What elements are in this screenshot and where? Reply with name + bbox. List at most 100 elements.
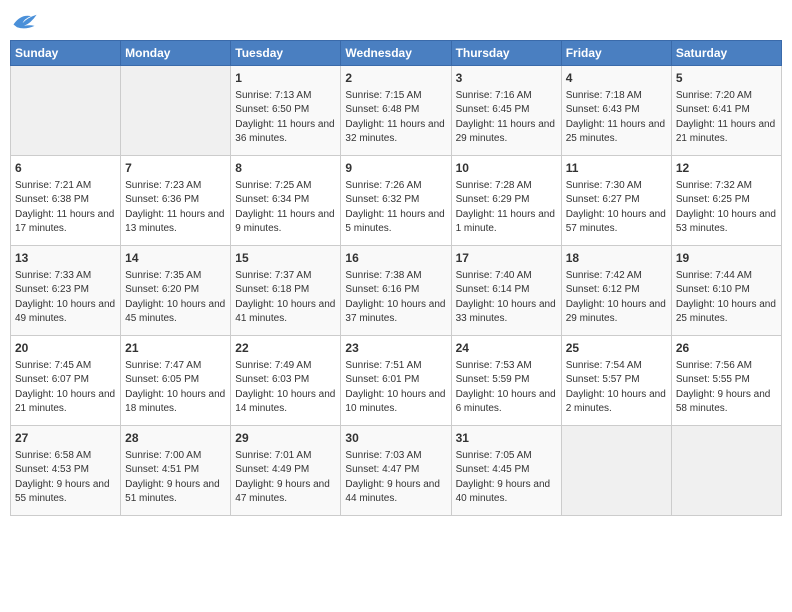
day-number: 9 bbox=[345, 160, 446, 177]
day-number: 1 bbox=[235, 70, 336, 87]
day-info: Sunrise: 7:47 AM Sunset: 6:05 PM Dayligh… bbox=[125, 359, 226, 417]
day-number: 22 bbox=[235, 340, 336, 357]
day-info: Sunrise: 7:28 AM Sunset: 6:29 PM Dayligh… bbox=[456, 179, 557, 237]
calendar-cell bbox=[121, 66, 231, 156]
logo-icon bbox=[10, 10, 38, 32]
day-number: 23 bbox=[345, 340, 446, 357]
weekday-header-tuesday: Tuesday bbox=[231, 41, 341, 66]
calendar-cell: 27 Sunrise: 6:58 AM Sunset: 4:53 PM Dayli… bbox=[11, 426, 121, 516]
page-header bbox=[10, 10, 782, 32]
day-info: Sunrise: 7:42 AM Sunset: 6:12 PM Dayligh… bbox=[566, 269, 667, 327]
calendar-cell: 22 Sunrise: 7:49 AM Sunset: 6:03 PM Dayli… bbox=[231, 336, 341, 426]
calendar-cell: 10 Sunrise: 7:28 AM Sunset: 6:29 PM Dayli… bbox=[451, 156, 561, 246]
day-info: Sunrise: 7:40 AM Sunset: 6:14 PM Dayligh… bbox=[456, 269, 557, 327]
day-info: Sunrise: 7:32 AM Sunset: 6:25 PM Dayligh… bbox=[676, 179, 777, 237]
calendar-cell: 2 Sunrise: 7:15 AM Sunset: 6:48 PM Daylig… bbox=[341, 66, 451, 156]
calendar-cell: 3 Sunrise: 7:16 AM Sunset: 6:45 PM Daylig… bbox=[451, 66, 561, 156]
weekday-header-monday: Monday bbox=[121, 41, 231, 66]
day-number: 20 bbox=[15, 340, 116, 357]
day-number: 30 bbox=[345, 430, 446, 447]
calendar-cell: 16Sunrise: 7:38 AM Sunset: 6:16 PM Dayli… bbox=[341, 246, 451, 336]
calendar-cell: 23 Sunrise: 7:51 AM Sunset: 6:01 PM Dayli… bbox=[341, 336, 451, 426]
day-info: Sunrise: 7:44 AM Sunset: 6:10 PM Dayligh… bbox=[676, 269, 777, 327]
weekday-header-saturday: Saturday bbox=[671, 41, 781, 66]
calendar-cell: 8Sunrise: 7:25 AM Sunset: 6:34 PM Daylig… bbox=[231, 156, 341, 246]
calendar-cell: 15 Sunrise: 7:37 AM Sunset: 6:18 PM Dayli… bbox=[231, 246, 341, 336]
day-number: 4 bbox=[566, 70, 667, 87]
day-info: Sunrise: 7:20 AM Sunset: 6:41 PM Dayligh… bbox=[676, 89, 777, 147]
day-number: 24 bbox=[456, 340, 557, 357]
day-info: Sunrise: 7:18 AM Sunset: 6:43 PM Dayligh… bbox=[566, 89, 667, 147]
calendar-cell: 6 Sunrise: 7:21 AM Sunset: 6:38 PM Daylig… bbox=[11, 156, 121, 246]
calendar-cell: 25Sunrise: 7:54 AM Sunset: 5:57 PM Dayli… bbox=[561, 336, 671, 426]
day-number: 18 bbox=[566, 250, 667, 267]
day-number: 21 bbox=[125, 340, 226, 357]
weekday-header-friday: Friday bbox=[561, 41, 671, 66]
day-info: Sunrise: 7:26 AM Sunset: 6:32 PM Dayligh… bbox=[345, 179, 446, 237]
calendar-cell: 24 Sunrise: 7:53 AM Sunset: 5:59 PM Dayli… bbox=[451, 336, 561, 426]
calendar-cell: 19 Sunrise: 7:44 AM Sunset: 6:10 PM Dayli… bbox=[671, 246, 781, 336]
day-info: Sunrise: 7:35 AM Sunset: 6:20 PM Dayligh… bbox=[125, 269, 226, 327]
day-info: Sunrise: 7:05 AM Sunset: 4:45 PM Dayligh… bbox=[456, 449, 557, 507]
calendar-cell bbox=[671, 426, 781, 516]
calendar-cell: 4 Sunrise: 7:18 AM Sunset: 6:43 PM Daylig… bbox=[561, 66, 671, 156]
day-info: Sunrise: 7:45 AM Sunset: 6:07 PM Dayligh… bbox=[15, 359, 116, 417]
day-info: Sunrise: 7:21 AM Sunset: 6:38 PM Dayligh… bbox=[15, 179, 116, 237]
weekday-header-thursday: Thursday bbox=[451, 41, 561, 66]
day-number: 13 bbox=[15, 250, 116, 267]
day-info: Sunrise: 7:49 AM Sunset: 6:03 PM Dayligh… bbox=[235, 359, 336, 417]
day-number: 15 bbox=[235, 250, 336, 267]
day-number: 7 bbox=[125, 160, 226, 177]
day-info: Sunrise: 7:56 AM Sunset: 5:55 PM Dayligh… bbox=[676, 359, 777, 417]
day-info: Sunrise: 7:23 AM Sunset: 6:36 PM Dayligh… bbox=[125, 179, 226, 237]
day-number: 12 bbox=[676, 160, 777, 177]
day-number: 5 bbox=[676, 70, 777, 87]
calendar-cell: 29 Sunrise: 7:01 AM Sunset: 4:49 PM Dayli… bbox=[231, 426, 341, 516]
day-number: 28 bbox=[125, 430, 226, 447]
day-number: 2 bbox=[345, 70, 446, 87]
calendar-cell: 26 Sunrise: 7:56 AM Sunset: 5:55 PM Dayli… bbox=[671, 336, 781, 426]
calendar-cell: 11 Sunrise: 7:30 AM Sunset: 6:27 PM Dayli… bbox=[561, 156, 671, 246]
calendar-cell: 7 Sunrise: 7:23 AM Sunset: 6:36 PM Daylig… bbox=[121, 156, 231, 246]
day-number: 25 bbox=[566, 340, 667, 357]
calendar-cell: 28 Sunrise: 7:00 AM Sunset: 4:51 PM Dayli… bbox=[121, 426, 231, 516]
day-number: 3 bbox=[456, 70, 557, 87]
weekday-header-wednesday: Wednesday bbox=[341, 41, 451, 66]
day-number: 11 bbox=[566, 160, 667, 177]
calendar-cell: 14Sunrise: 7:35 AM Sunset: 6:20 PM Dayli… bbox=[121, 246, 231, 336]
calendar-cell: 20 Sunrise: 7:45 AM Sunset: 6:07 PM Dayli… bbox=[11, 336, 121, 426]
calendar-cell: 13Sunrise: 7:33 AM Sunset: 6:23 PM Dayli… bbox=[11, 246, 121, 336]
calendar-cell: 18 Sunrise: 7:42 AM Sunset: 6:12 PM Dayli… bbox=[561, 246, 671, 336]
weekday-header-sunday: Sunday bbox=[11, 41, 121, 66]
calendar-cell: 5 Sunrise: 7:20 AM Sunset: 6:41 PM Daylig… bbox=[671, 66, 781, 156]
day-info: Sunrise: 6:58 AM Sunset: 4:53 PM Dayligh… bbox=[15, 449, 116, 507]
day-number: 6 bbox=[15, 160, 116, 177]
calendar-cell: 31Sunrise: 7:05 AM Sunset: 4:45 PM Dayli… bbox=[451, 426, 561, 516]
calendar-cell bbox=[11, 66, 121, 156]
calendar-cell: 21 Sunrise: 7:47 AM Sunset: 6:05 PM Dayli… bbox=[121, 336, 231, 426]
day-info: Sunrise: 7:01 AM Sunset: 4:49 PM Dayligh… bbox=[235, 449, 336, 507]
day-info: Sunrise: 7:00 AM Sunset: 4:51 PM Dayligh… bbox=[125, 449, 226, 507]
calendar-cell: 30 Sunrise: 7:03 AM Sunset: 4:47 PM Dayli… bbox=[341, 426, 451, 516]
calendar-table: SundayMondayTuesdayWednesdayThursdayFrid… bbox=[10, 40, 782, 516]
calendar-cell: 9 Sunrise: 7:26 AM Sunset: 6:32 PM Daylig… bbox=[341, 156, 451, 246]
day-number: 10 bbox=[456, 160, 557, 177]
day-info: Sunrise: 7:51 AM Sunset: 6:01 PM Dayligh… bbox=[345, 359, 446, 417]
calendar-cell: 12 Sunrise: 7:32 AM Sunset: 6:25 PM Dayli… bbox=[671, 156, 781, 246]
day-info: Sunrise: 7:30 AM Sunset: 6:27 PM Dayligh… bbox=[566, 179, 667, 237]
day-info: Sunrise: 7:15 AM Sunset: 6:48 PM Dayligh… bbox=[345, 89, 446, 147]
day-info: Sunrise: 7:53 AM Sunset: 5:59 PM Dayligh… bbox=[456, 359, 557, 417]
logo bbox=[10, 10, 42, 32]
day-info: Sunrise: 7:13 AM Sunset: 6:50 PM Dayligh… bbox=[235, 89, 336, 147]
day-number: 29 bbox=[235, 430, 336, 447]
day-number: 19 bbox=[676, 250, 777, 267]
day-number: 8 bbox=[235, 160, 336, 177]
calendar-cell: 1 Sunrise: 7:13 AM Sunset: 6:50 PM Daylig… bbox=[231, 66, 341, 156]
day-info: Sunrise: 7:38 AM Sunset: 6:16 PM Dayligh… bbox=[345, 269, 446, 327]
day-number: 27 bbox=[15, 430, 116, 447]
day-info: Sunrise: 7:37 AM Sunset: 6:18 PM Dayligh… bbox=[235, 269, 336, 327]
day-number: 26 bbox=[676, 340, 777, 357]
day-info: Sunrise: 7:16 AM Sunset: 6:45 PM Dayligh… bbox=[456, 89, 557, 147]
day-info: Sunrise: 7:03 AM Sunset: 4:47 PM Dayligh… bbox=[345, 449, 446, 507]
calendar-cell bbox=[561, 426, 671, 516]
